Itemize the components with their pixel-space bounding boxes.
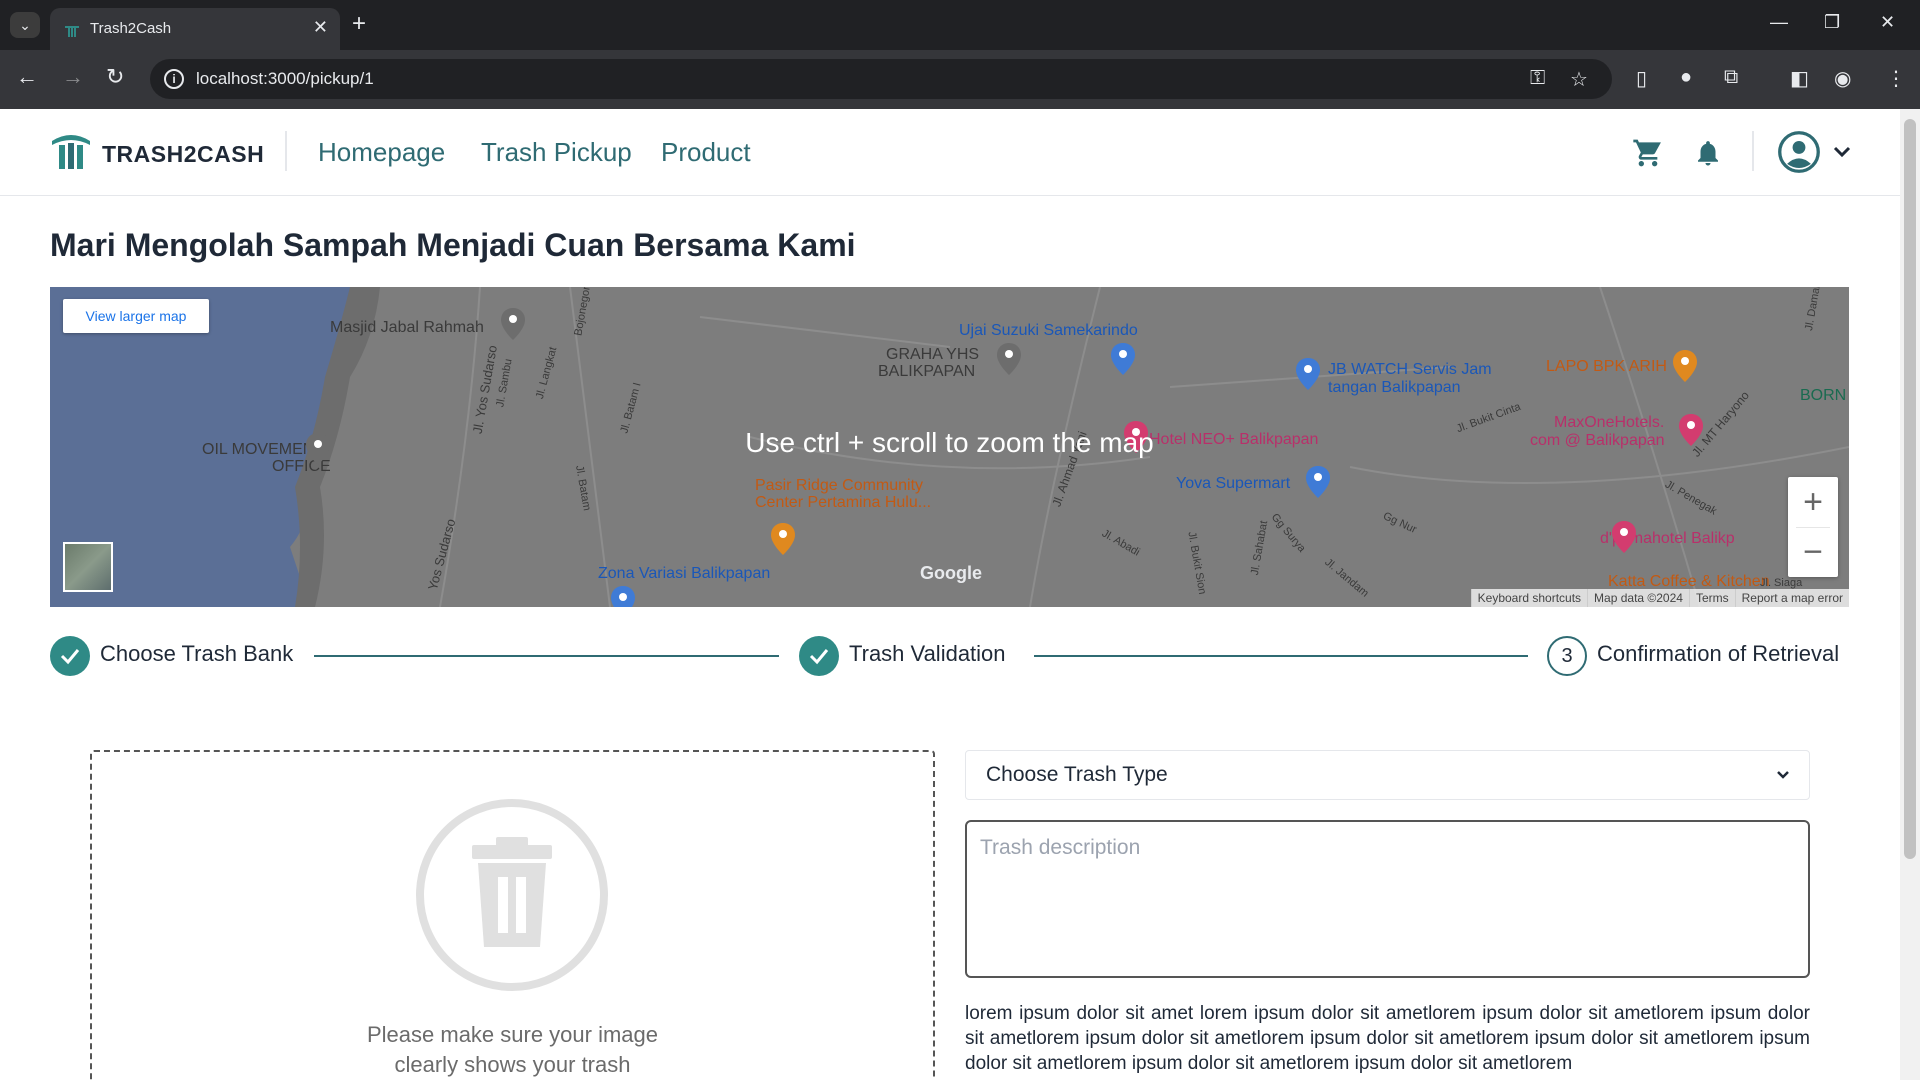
site-info-icon[interactable]: i bbox=[164, 69, 184, 89]
map-pin-icon[interactable] bbox=[1305, 465, 1331, 499]
side-panel-icon[interactable]: ◧ bbox=[1790, 66, 1809, 91]
map-label[interactable]: Masjid Jabal Rahmah bbox=[330, 319, 484, 337]
browser-tab-bar: ⌄ Trash2Cash ✕ + — ❐ ✕ bbox=[0, 0, 1920, 50]
address-bar[interactable]: i localhost:3000/pickup/1 ⚿ ☆ bbox=[150, 59, 1612, 99]
map-footer: Keyboard shortcuts Map data ©2024 Terms … bbox=[1470, 589, 1849, 607]
device-icon[interactable]: ▯ bbox=[1636, 66, 1647, 91]
tab-close-icon[interactable]: ✕ bbox=[313, 17, 328, 38]
trash-type-value: Choose Trash Type bbox=[986, 763, 1168, 786]
map-pin-icon[interactable] bbox=[610, 585, 636, 607]
extension-owl-icon[interactable]: ● bbox=[1680, 66, 1692, 89]
map-embed[interactable]: Masjid Jabal Rahmah Ujai Suzuki Samekari… bbox=[50, 287, 1849, 607]
upload-hint-line-1: Please make sure your image bbox=[366, 1022, 659, 1047]
upload-hint: Please make sure your image clearly show… bbox=[92, 1020, 933, 1080]
google-logo: Google bbox=[920, 563, 982, 583]
upload-hint-line-2: clearly shows your trash bbox=[394, 1052, 631, 1077]
tab-search-button[interactable]: ⌄ bbox=[10, 12, 40, 38]
map-pin-icon[interactable] bbox=[1672, 349, 1698, 383]
step-3-number: 3 bbox=[1547, 636, 1587, 676]
terms-link[interactable]: Terms bbox=[1688, 589, 1735, 607]
chevron-down-icon bbox=[1777, 771, 1789, 779]
window-close-icon[interactable]: ✕ bbox=[1880, 12, 1895, 33]
map-pin-icon[interactable] bbox=[996, 342, 1022, 376]
map-pin-icon[interactable] bbox=[500, 307, 526, 341]
cart-icon[interactable] bbox=[1632, 137, 1664, 169]
trash2cash-favicon-icon bbox=[65, 26, 79, 37]
nav-trash-pickup[interactable]: Trash Pickup bbox=[481, 137, 632, 168]
step-3-label: Confirmation of Retrieval bbox=[1597, 641, 1840, 666]
map-street-label: Jl. Siaga bbox=[1760, 577, 1803, 589]
map-pin-icon[interactable] bbox=[1295, 357, 1321, 391]
step-connector bbox=[1034, 655, 1528, 657]
browser-toolbar: ← → ↻ i localhost:3000/pickup/1 ⚿ ☆ ▯ ● … bbox=[0, 50, 1920, 109]
step-1-label: Choose Trash Bank bbox=[100, 641, 294, 666]
step-connector bbox=[314, 655, 779, 657]
tab-title: Trash2Cash bbox=[90, 20, 172, 37]
browser-tab[interactable]: Trash2Cash ✕ bbox=[50, 8, 340, 50]
page: TRASH2CASH Homepage Trash Pickup Product… bbox=[0, 109, 1900, 1080]
checkmark-icon bbox=[809, 649, 829, 665]
map-label[interactable]: LAPO BPK ARIH bbox=[1546, 358, 1667, 376]
map-satellite-toggle[interactable] bbox=[63, 542, 113, 592]
site-header: TRASH2CASH Homepage Trash Pickup Product bbox=[0, 109, 1900, 196]
map-zoom-control: + − bbox=[1788, 477, 1838, 577]
trash-description-placeholder: Trash description bbox=[980, 836, 1141, 859]
step-1-check bbox=[50, 636, 90, 676]
scrollbar-thumb[interactable] bbox=[1904, 119, 1916, 859]
view-larger-map-button[interactable]: View larger map bbox=[63, 299, 209, 333]
step-2-label: Trash Validation bbox=[849, 641, 1006, 666]
bookmark-star-icon[interactable]: ☆ bbox=[1570, 67, 1588, 92]
map-label[interactable]: tangan Balikpapan bbox=[1328, 379, 1461, 397]
image-upload-dropzone[interactable]: Please make sure your image clearly show… bbox=[90, 750, 935, 1080]
notification-bell-icon[interactable] bbox=[1693, 136, 1723, 170]
forward-icon[interactable]: → bbox=[62, 64, 84, 90]
profile-avatar-icon[interactable]: ◉ bbox=[1834, 66, 1851, 91]
map-data-attribution: Map data ©2024 bbox=[1587, 589, 1689, 607]
map-pin-icon[interactable] bbox=[1110, 342, 1136, 376]
trash-description-input[interactable]: Trash description bbox=[965, 820, 1810, 978]
map-label[interactable]: Yova Supermart bbox=[1176, 475, 1290, 493]
logo-text[interactable]: TRASH2CASH bbox=[102, 141, 264, 168]
map-label[interactable]: Ujai Suzuki Samekarindo bbox=[959, 322, 1138, 340]
trash-type-select[interactable]: Choose Trash Type bbox=[965, 750, 1810, 800]
map-label[interactable]: BALIKPAPAN bbox=[878, 363, 975, 381]
map-label[interactable]: GRAHA YHS bbox=[886, 346, 979, 364]
password-key-icon[interactable]: ⚿ bbox=[1530, 67, 1545, 90]
chevron-down-icon[interactable] bbox=[1832, 145, 1852, 159]
chrome-menu-icon[interactable]: ⋮ bbox=[1886, 66, 1906, 91]
new-tab-icon[interactable]: + bbox=[352, 10, 366, 38]
restore-icon[interactable]: ❐ bbox=[1824, 12, 1840, 33]
checkmark-icon bbox=[60, 649, 80, 665]
trash2cash-logo-icon[interactable] bbox=[50, 131, 92, 171]
zoom-in-button[interactable]: + bbox=[1788, 477, 1838, 527]
keyboard-shortcuts-link[interactable]: Keyboard shortcuts bbox=[1470, 589, 1587, 607]
description-text: lorem ipsum dolor sit amet lorem ipsum d… bbox=[965, 1003, 1810, 1074]
map-label[interactable]: JB WATCH Servis Jam bbox=[1328, 361, 1492, 379]
address-url[interactable]: localhost:3000/pickup/1 bbox=[196, 69, 374, 89]
user-avatar-icon[interactable] bbox=[1777, 130, 1821, 174]
map-label[interactable]: BORN bbox=[1800, 387, 1846, 405]
page-title: Mari Mengolah Sampah Menjadi Cuan Bersam… bbox=[50, 227, 856, 263]
header-divider-right bbox=[1752, 131, 1754, 171]
reload-icon[interactable]: ↻ bbox=[106, 64, 124, 90]
back-icon[interactable]: ← bbox=[16, 64, 38, 90]
step-2-check bbox=[799, 636, 839, 676]
extensions-puzzle-icon[interactable]: ⧉ bbox=[1724, 66, 1738, 89]
report-map-error-link[interactable]: Report a map error bbox=[1734, 589, 1849, 607]
nav-product[interactable]: Product bbox=[661, 137, 751, 168]
map-pin-icon[interactable] bbox=[770, 522, 796, 556]
map-label[interactable]: Pasir Ridge Community bbox=[755, 477, 923, 495]
map-label[interactable]: Zona Variasi Balikpapan bbox=[598, 565, 770, 583]
trash-can-icon bbox=[416, 799, 608, 991]
map-pin-icon[interactable] bbox=[1611, 520, 1637, 554]
map-zoom-hint: Use ctrl + scroll to zoom the map bbox=[745, 427, 1154, 458]
header-divider bbox=[285, 131, 287, 171]
page-scrollbar[interactable] bbox=[1900, 109, 1920, 1080]
nav-homepage[interactable]: Homepage bbox=[318, 137, 445, 168]
minimize-icon[interactable]: — bbox=[1770, 12, 1788, 33]
map-label[interactable]: Center Pertamina Hulu... bbox=[755, 494, 931, 512]
zoom-out-button[interactable]: − bbox=[1788, 527, 1838, 577]
